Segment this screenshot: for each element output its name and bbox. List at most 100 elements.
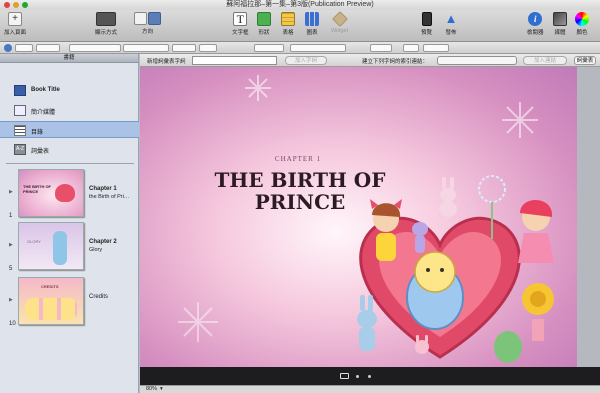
- chapter-title: Chapter 1: [89, 186, 117, 192]
- link-term-popup[interactable]: [437, 56, 517, 65]
- zoom-arrows-icon[interactable]: ▾: [160, 386, 163, 393]
- sidebar-item-intro-media[interactable]: 簡介媒體: [0, 102, 139, 119]
- minimize-window-button[interactable]: [13, 2, 19, 8]
- alignment-buttons[interactable]: [290, 44, 346, 52]
- text-box-button[interactable]: T 文字框: [232, 12, 249, 36]
- disclosure-triangle-icon[interactable]: ▶: [9, 242, 13, 248]
- film-icon: [14, 105, 26, 116]
- main-toolbar: + 加入頁面 顯示方式 方向 T 文字框 形狀 表格 圖表 Widget 預覽 …: [0, 10, 600, 42]
- font-size-field[interactable]: [172, 44, 196, 52]
- sunflower-illustration: [522, 283, 554, 341]
- page-number: 1: [9, 213, 13, 219]
- media-icon: [553, 12, 567, 26]
- columns-field[interactable]: [403, 44, 419, 52]
- chapter-1-row[interactable]: ▶ THE BIRTH OF PRINCE 1 Chapter 1 the Bi…: [0, 169, 139, 221]
- shapes-button[interactable]: 形狀: [257, 12, 271, 36]
- preview-label: 預覽: [421, 30, 433, 36]
- orientation-button[interactable]: 方向: [134, 12, 161, 35]
- link-label: 建立下列字詞的索引連結：: [362, 59, 429, 65]
- page-canvas: CHAPTER 1 THE BIRTH OF PRINCE: [140, 67, 600, 367]
- view-mode-label: 顯示方式: [95, 30, 118, 36]
- add-page-button[interactable]: + 加入頁面: [4, 12, 26, 36]
- text-box-icon: T: [233, 12, 248, 26]
- font-color-well[interactable]: [199, 44, 217, 52]
- snowflake-icon: [178, 302, 218, 342]
- publish-label: 發佈: [445, 30, 457, 36]
- portrait-icon[interactable]: [134, 12, 147, 25]
- table-label: 表格: [282, 30, 294, 36]
- chapter-2-row[interactable]: ▶ GLORY 5 Chapter 2 Glory: [0, 222, 139, 274]
- new-term-input[interactable]: [192, 56, 277, 65]
- sidebar-item-label: 目錄: [31, 130, 44, 136]
- add-link-button[interactable]: 加入連結: [523, 56, 567, 65]
- title-line-1: THE BIRTH OF: [214, 168, 386, 192]
- chapter-title: Credits: [89, 294, 109, 300]
- snowflake-icon: [502, 102, 538, 138]
- bunny-shape: [53, 231, 67, 265]
- chart-button[interactable]: 圖表: [305, 12, 319, 36]
- bunny-illustration: [439, 177, 457, 217]
- new-term-label: 新增詞彙表字詞: [147, 59, 186, 65]
- chapter-subtitle: the Birth of Pri…: [89, 194, 130, 200]
- orientation-segment: [134, 12, 161, 25]
- view-mode-icon: [96, 12, 116, 26]
- view-mode-button[interactable]: 顯示方式: [95, 12, 117, 36]
- close-window-button[interactable]: [4, 2, 10, 8]
- format-bar-toggle-icon[interactable]: [4, 44, 12, 52]
- info-icon: i: [528, 12, 543, 26]
- status-bar: 80% ▾: [140, 385, 600, 393]
- page-number: 10: [9, 321, 16, 327]
- media-button[interactable]: 媒體: [553, 12, 567, 36]
- page-indicator-current[interactable]: [340, 373, 349, 379]
- table-icon: [281, 12, 295, 26]
- blue-bunny-illustration: [357, 295, 377, 351]
- paragraph-style-popup[interactable]: [36, 44, 60, 52]
- credits-row[interactable]: ▶ CREDITS 10 Credits: [0, 277, 139, 329]
- book-title-text[interactable]: THE BIRTH OF PRINCE: [180, 169, 420, 213]
- orientation-label: 方向: [141, 29, 153, 35]
- list-style-popup[interactable]: [423, 44, 449, 52]
- chapter-label[interactable]: CHAPTER 1: [243, 155, 353, 163]
- sidebar-item-book-title[interactable]: Book Title: [0, 82, 139, 99]
- disclosure-triangle-icon[interactable]: ▶: [9, 189, 13, 195]
- thumbnail-title: CREDITS: [41, 284, 59, 289]
- preview-button[interactable]: 預覽: [421, 12, 432, 36]
- thumbnail-title: GLORY: [27, 239, 41, 244]
- vertical-scrollbar[interactable]: [577, 67, 600, 367]
- line-spacing-popup[interactable]: [370, 44, 392, 52]
- font-typeface-popup[interactable]: [123, 44, 169, 52]
- glossary-button[interactable]: 詞彙表: [574, 56, 596, 65]
- table-button[interactable]: 表格: [281, 12, 295, 36]
- publish-button[interactable]: ▲ 發佈: [444, 12, 458, 37]
- credits-thumbnail[interactable]: CREDITS: [18, 277, 84, 325]
- page-indicator-dot[interactable]: [368, 375, 371, 378]
- landscape-icon[interactable]: [148, 12, 161, 25]
- thumbnail-title: THE BIRTH OF PRINCE: [23, 184, 51, 194]
- chapter-2-thumbnail[interactable]: GLORY: [18, 222, 84, 270]
- ipad-preview-icon: [421, 12, 432, 26]
- page-indicator-dot[interactable]: [356, 375, 359, 378]
- bold-italic-underline-buttons[interactable]: [254, 44, 284, 52]
- add-term-button[interactable]: 加入字詞: [285, 56, 327, 65]
- girl-in-pink-illustration: [518, 199, 554, 263]
- book-page[interactable]: CHAPTER 1 THE BIRTH OF PRINCE: [140, 67, 577, 367]
- book-sidebar: 書籍 Book Title 簡介媒體 目錄 A-Z 詞彙表 ▶ THE BIRT…: [0, 54, 139, 393]
- sidebar-item-label: Book Title: [31, 87, 60, 93]
- sidebar-item-glossary[interactable]: A-Z 詞彙表: [0, 141, 139, 158]
- snowflake-icon: [245, 75, 271, 101]
- colors-button[interactable]: 顏色: [575, 12, 589, 36]
- style-popup[interactable]: [15, 44, 33, 52]
- inspector-button[interactable]: i 檢閱器: [527, 12, 544, 36]
- disclosure-triangle-icon[interactable]: ▶: [9, 297, 13, 303]
- list-icon: [14, 125, 26, 136]
- widget-button[interactable]: Widget: [331, 11, 348, 34]
- title-line-2: PRINCE: [254, 190, 346, 214]
- shapes-icon: [257, 12, 271, 26]
- chapter-1-thumbnail[interactable]: THE BIRTH OF PRINCE: [18, 169, 84, 217]
- zoom-popup[interactable]: 80%: [146, 386, 157, 393]
- cactus-illustration: [494, 331, 522, 363]
- colors-label: 顏色: [576, 30, 588, 36]
- font-family-popup[interactable]: [69, 44, 121, 52]
- sidebar-item-toc[interactable]: 目錄: [0, 121, 139, 138]
- zoom-window-button[interactable]: [22, 2, 28, 8]
